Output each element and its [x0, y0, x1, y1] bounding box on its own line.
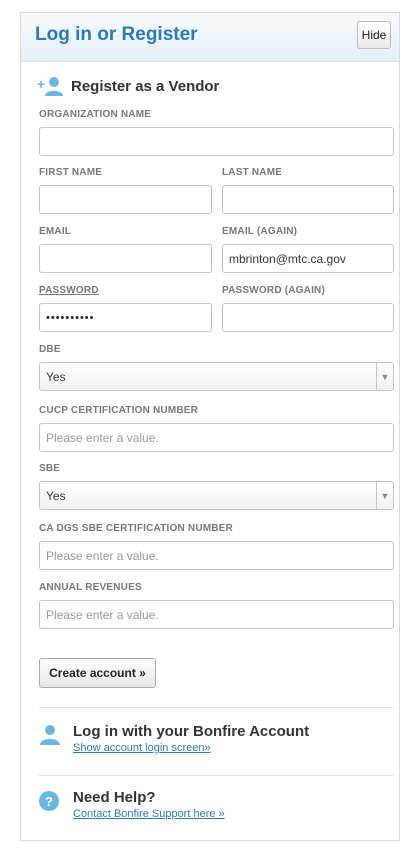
chevron-down-icon[interactable]: ▼: [376, 363, 393, 390]
ca-dgs-label: CA DGS SBE CERTIFICATION NUMBER: [39, 523, 233, 534]
question-icon: ?: [39, 791, 59, 811]
cucp-label: CUCP CERTIFICATION NUMBER: [39, 405, 199, 416]
dbe-selected-value: Yes: [46, 369, 66, 384]
first-name-input[interactable]: [39, 185, 212, 214]
add-user-icon: +: [37, 75, 63, 97]
password-again-input[interactable]: [222, 303, 394, 332]
org-name-label: ORGANIZATION NAME: [39, 109, 152, 120]
sbe-select[interactable]: Yes ▼: [39, 481, 394, 510]
register-heading: + Register as a Vendor: [37, 75, 220, 97]
email-input[interactable]: [39, 244, 212, 273]
login-section: Log in with your Bonfire Account Show ac…: [39, 723, 309, 754]
last-name-label: LAST NAME: [222, 167, 283, 178]
dbe-select[interactable]: Yes ▼: [39, 362, 394, 391]
last-name-input[interactable]: [222, 185, 394, 214]
help-title: Need Help?: [73, 789, 156, 806]
sbe-label: SBE: [39, 463, 61, 474]
panel-title: Log in or Register: [35, 24, 198, 45]
email-again-input[interactable]: mbrinton@mtc.ca.gov: [222, 244, 394, 273]
password-value: ••••••••••: [46, 311, 95, 324]
divider: [39, 707, 394, 708]
chevron-down-icon[interactable]: ▼: [376, 482, 393, 509]
dbe-label: DBE: [39, 344, 61, 355]
panel-header: Log in or Register Hide: [21, 13, 399, 62]
password-again-label: PASSWORD (AGAIN): [222, 285, 326, 296]
annual-revenues-label: ANNUAL REVENUES: [39, 582, 142, 593]
hide-button[interactable]: Hide: [357, 21, 391, 49]
user-icon: [39, 723, 61, 750]
divider: [39, 775, 394, 776]
cucp-input[interactable]: Please enter a value.: [39, 423, 394, 452]
login-register-panel: Log in or Register Hide + Register as a …: [20, 12, 400, 841]
first-name-label: FIRST NAME: [39, 167, 103, 178]
show-login-link[interactable]: Show account login screen»: [73, 742, 309, 754]
help-section: ? Need Help? Contact Bonfire Support her…: [39, 789, 225, 820]
register-heading-label: Register as a Vendor: [71, 77, 220, 95]
org-name-input[interactable]: [39, 127, 394, 156]
sbe-selected-value: Yes: [46, 488, 66, 503]
create-account-button[interactable]: Create account »: [39, 658, 156, 688]
contact-support-link[interactable]: Contact Bonfire Support here »: [73, 808, 225, 820]
email-label: EMAIL: [39, 226, 72, 237]
annual-revenues-input[interactable]: Please enter a value.: [39, 600, 394, 629]
password-input[interactable]: ••••••••••: [39, 303, 212, 332]
email-again-label: EMAIL (AGAIN): [222, 226, 298, 237]
password-label: PASSWORD: [39, 285, 99, 296]
ca-dgs-input[interactable]: Please enter a value.: [39, 541, 394, 570]
login-title: Log in with your Bonfire Account: [73, 723, 310, 740]
